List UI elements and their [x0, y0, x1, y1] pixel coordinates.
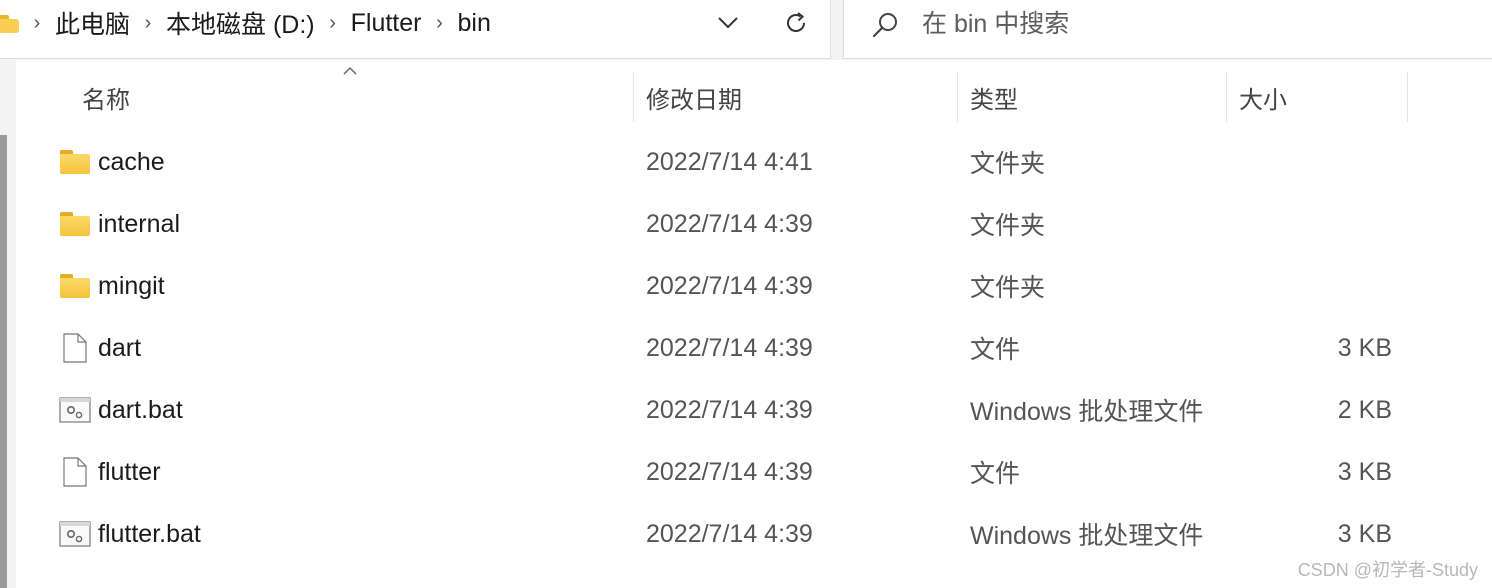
file-row-flutter[interactable]: flutter 2022/7/14 4:39 文件 3 KB: [0, 441, 1492, 503]
address-bar[interactable]: › 此电脑 › 本地磁盘 (D:) › Flutter › bin: [0, 0, 831, 59]
file-icon: [58, 441, 92, 503]
file-date: 2022/7/14 4:39: [646, 457, 813, 486]
file-date: 2022/7/14 4:39: [646, 333, 813, 362]
search-input[interactable]: [922, 7, 1442, 41]
file-type: 文件夹: [970, 150, 1046, 178]
chevron-right-icon[interactable]: ›: [421, 12, 457, 35]
file-size: [1230, 193, 1392, 255]
refresh-button[interactable]: [779, 6, 813, 40]
file-row-mingit[interactable]: mingit 2022/7/14 4:39 文件夹: [0, 255, 1492, 317]
search-box[interactable]: [843, 0, 1492, 59]
file-type: Windows 批处理文件: [970, 398, 1204, 426]
file-size: [1230, 255, 1392, 317]
file-type: 文件: [970, 336, 1021, 364]
file-size: 3 KB: [1337, 333, 1392, 362]
column-header-date-modified[interactable]: 修改日期: [634, 72, 957, 122]
file-size: 3 KB: [1337, 457, 1392, 486]
chevron-right-icon[interactable]: ›: [19, 12, 55, 35]
breadcrumb-item-this-pc[interactable]: 此电脑: [55, 5, 130, 41]
file-type: 文件: [970, 460, 1021, 488]
folder-icon: [58, 193, 92, 255]
column-divider[interactable]: [1407, 72, 1408, 122]
refresh-icon: [787, 12, 805, 32]
breadcrumb-item-bin[interactable]: bin: [457, 9, 490, 38]
file-date: 2022/7/14 4:41: [646, 147, 813, 176]
batch-file-icon: [58, 379, 92, 441]
folder-icon: [58, 255, 92, 317]
breadcrumb-item-flutter[interactable]: Flutter: [351, 9, 422, 38]
folder-icon: [0, 13, 19, 33]
file-row-internal[interactable]: internal 2022/7/14 4:39 文件夹: [0, 193, 1492, 255]
column-header-name[interactable]: 名称: [70, 72, 633, 122]
file-date: 2022/7/14 4:39: [646, 395, 813, 424]
chevron-right-icon[interactable]: ›: [130, 12, 166, 35]
batch-file-icon: [58, 503, 92, 565]
column-header-size[interactable]: 大小: [1227, 72, 1407, 122]
file-row-dart-bat[interactable]: dart.bat 2022/7/14 4:39 Windows 批处理文件 2 …: [0, 379, 1492, 441]
file-row-cache[interactable]: cache 2022/7/14 4:41 文件夹: [0, 131, 1492, 193]
file-date: 2022/7/14 4:39: [646, 519, 813, 548]
file-row-dart[interactable]: dart 2022/7/14 4:39 文件 3 KB: [0, 317, 1492, 379]
chevron-down-icon: [718, 17, 738, 29]
file-size: 2 KB: [1337, 395, 1392, 424]
folder-icon: [58, 131, 92, 193]
top-bar: › 此电脑 › 本地磁盘 (D:) › Flutter › bin: [0, 0, 1492, 60]
file-row-flutter-bat[interactable]: flutter.bat 2022/7/14 4:39 Windows 批处理文件…: [0, 503, 1492, 565]
file-list: cache 2022/7/14 4:41 文件夹 internal 2022/7…: [0, 131, 1492, 565]
file-icon: [58, 317, 92, 379]
file-name: dart.bat: [98, 395, 183, 424]
watermark: CSDN @初学者-Study: [1297, 560, 1478, 580]
search-icon: [872, 13, 897, 38]
file-size: [1230, 131, 1392, 193]
file-name: cache: [98, 147, 165, 176]
file-date: 2022/7/14 4:39: [646, 209, 813, 238]
file-type: 文件夹: [970, 274, 1046, 302]
file-type: Windows 批处理文件: [970, 522, 1204, 550]
breadcrumb: › 此电脑 › 本地磁盘 (D:) › Flutter › bin: [0, 0, 491, 48]
column-header-type[interactable]: 类型: [958, 72, 1226, 122]
file-type: 文件夹: [970, 212, 1046, 240]
chevron-right-icon[interactable]: ›: [315, 12, 351, 35]
file-name: mingit: [98, 271, 165, 300]
file-name: dart: [98, 333, 142, 362]
breadcrumb-item-drive-d[interactable]: 本地磁盘 (D:): [166, 5, 315, 41]
address-history-dropdown[interactable]: [711, 6, 745, 40]
file-name: flutter.bat: [98, 519, 201, 548]
file-name: flutter: [98, 457, 161, 486]
file-name: internal: [98, 209, 180, 238]
file-date: 2022/7/14 4:39: [646, 271, 813, 300]
